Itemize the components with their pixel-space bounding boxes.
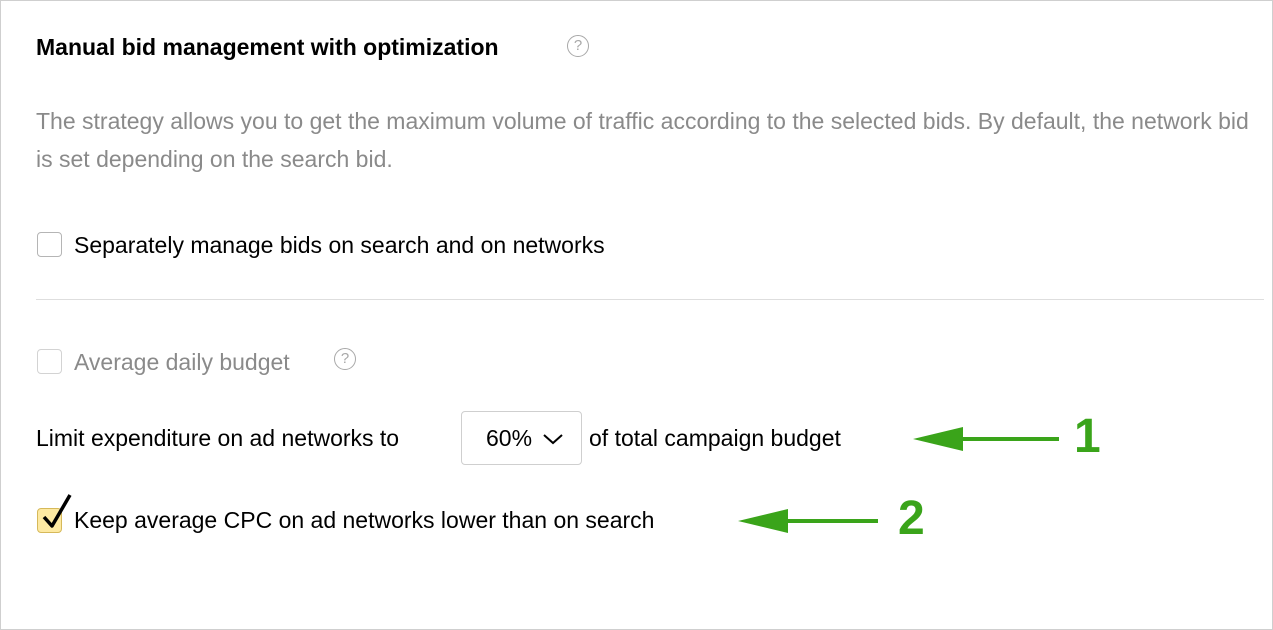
chevron-down-icon <box>543 434 563 445</box>
section-divider <box>36 299 1264 300</box>
separate-bids-label[interactable]: Separately manage bids on search and on … <box>74 230 605 260</box>
strategy-settings-panel: Manual bid management with optimization … <box>0 0 1273 630</box>
question-circle-icon[interactable]: ? <box>334 348 356 370</box>
network-limit-select[interactable]: 60% <box>461 411 582 465</box>
strategy-title: Manual bid management with optimization <box>36 34 499 60</box>
separate-bids-checkbox[interactable] <box>37 232 62 257</box>
daily-budget-checkbox[interactable] <box>37 349 62 374</box>
annotation-number-2: 2 <box>898 492 925 545</box>
network-limit-value: 60% <box>486 425 533 451</box>
keep-cpc-label[interactable]: Keep average CPC on ad networks lower th… <box>74 505 654 535</box>
network-limit-label-before: Limit expenditure on ad networks to <box>36 425 400 451</box>
keep-cpc-checkbox[interactable] <box>37 494 72 533</box>
annotation-number-1: 1 <box>1074 410 1101 463</box>
annotation-arrow-2 <box>738 509 878 533</box>
daily-budget-label[interactable]: Average daily budget <box>74 347 290 377</box>
question-circle-icon[interactable]: ? <box>567 35 589 57</box>
annotation-arrow-1 <box>913 427 1059 451</box>
strategy-description: The strategy allows you to get the maxim… <box>36 108 1249 172</box>
network-limit-label-after: of total campaign budget <box>589 425 841 451</box>
